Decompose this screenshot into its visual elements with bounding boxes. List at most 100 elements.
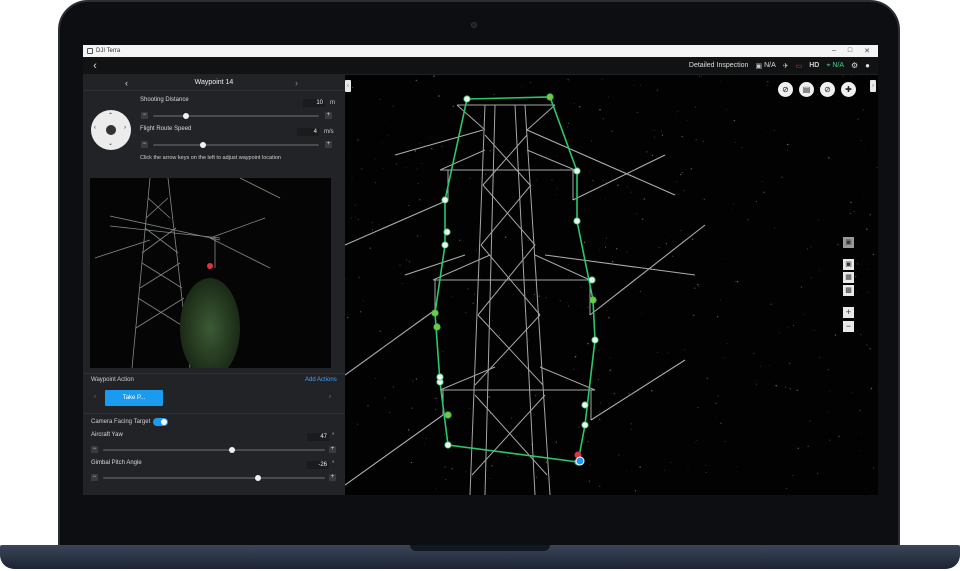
waypoint-marker[interactable] [591, 336, 599, 344]
waypoint-marker[interactable] [441, 241, 449, 249]
action-next-chevron-icon[interactable]: › [329, 394, 331, 400]
waypoint-marker[interactable] [436, 373, 444, 381]
position-dpad[interactable]: ⌃ ⌄ ‹ › [91, 110, 131, 150]
user-account-icon[interactable]: ● [865, 61, 870, 70]
point-cloud-speck [679, 173, 682, 176]
aircraft-yaw-value[interactable]: 47 [307, 433, 329, 441]
point-cloud-speck [687, 469, 689, 470]
point-cloud-speck [473, 293, 475, 295]
point-cloud-speck [654, 136, 656, 138]
next-waypoint-chevron-icon[interactable]: › [295, 78, 298, 88]
view-top-icon[interactable]: ▣ [843, 259, 854, 270]
point-cloud-speck [459, 239, 461, 241]
point-cloud-speck [866, 228, 868, 230]
gimbal-pitch-plus-button[interactable]: + [329, 474, 336, 481]
point-cloud-speck [640, 84, 642, 86]
point-cloud-speck [362, 300, 364, 302]
aircraft-yaw-knob[interactable] [228, 447, 235, 453]
minimize-button[interactable]: – [832, 47, 836, 55]
arrow-down-icon[interactable]: ⌄ [108, 140, 113, 147]
waypoint-marker[interactable] [573, 167, 581, 175]
close-button[interactable]: ✕ [864, 47, 870, 55]
shooting-distance-plus-button[interactable]: + [325, 112, 332, 119]
point-cloud-view[interactable]: ⊘ ▤ ⊘ ✚ ▣ ▣ ▦ ▩ + − [345, 75, 878, 495]
point-cloud-speck [850, 75, 852, 77]
flight-speed-value[interactable]: 4 [297, 128, 319, 136]
point-cloud-speck [828, 157, 830, 159]
point-cloud-speck [853, 210, 855, 213]
waypoint-marker[interactable] [573, 217, 581, 225]
layers-icon[interactable]: ▣ [843, 237, 854, 248]
arrow-up-icon[interactable]: ⌃ [108, 112, 113, 119]
flight-speed-slider[interactable] [153, 144, 319, 146]
collapse-panel-handle[interactable]: ‹ [345, 80, 351, 92]
gimbal-pitch-minus-button[interactable]: − [91, 474, 98, 481]
point-cloud-speck [536, 179, 538, 181]
waypoint-marker[interactable] [441, 196, 449, 204]
waypoint-marker[interactable] [581, 401, 589, 409]
aircraft-yaw-minus-button[interactable]: − [91, 446, 98, 453]
clipboard-icon[interactable]: ▤ [799, 82, 814, 97]
waypoint-marker[interactable] [589, 296, 597, 304]
camera-facing-toggle[interactable] [153, 418, 168, 426]
erase-icon[interactable]: ⊘ [820, 82, 835, 97]
take-photo-action-button[interactable]: Take P... [105, 390, 163, 406]
gimbal-pitch-value[interactable]: -26 [307, 461, 329, 469]
point-cloud-speck [520, 86, 522, 87]
point-cloud-speck [607, 96, 609, 98]
hide-view-icon[interactable]: ⊘ [778, 82, 793, 97]
arrow-right-icon[interactable]: › [124, 125, 126, 131]
waypoint-marker[interactable] [431, 309, 439, 317]
dpad-center[interactable] [106, 125, 116, 135]
waypoint-marker[interactable] [588, 276, 596, 284]
point-cloud-speck [706, 377, 709, 380]
action-prev-chevron-icon[interactable]: ‹ [94, 394, 96, 400]
flight-speed-knob[interactable] [199, 142, 206, 148]
point-cloud-speck [778, 332, 780, 334]
waypoint-marker[interactable] [444, 411, 452, 419]
gimbal-pitch-unit: ° [332, 461, 335, 467]
point-cloud-speck [583, 241, 586, 244]
back-chevron-icon[interactable]: ‹ [86, 60, 104, 72]
point-cloud-speck [772, 247, 774, 249]
expand-right-panel-handle[interactable]: › [870, 80, 876, 92]
app-logo-icon [87, 48, 93, 54]
zoom-out-button[interactable]: − [843, 321, 854, 332]
point-cloud-speck [415, 378, 417, 380]
flight-speed-label: Flight Route Speed [140, 126, 192, 132]
add-waypoint-icon[interactable]: ✚ [841, 82, 856, 97]
point-cloud-speck [488, 396, 490, 398]
battery-status: ▭ [796, 62, 803, 70]
point-cloud-speck [717, 395, 719, 397]
arrow-left-icon[interactable]: ‹ [94, 125, 96, 131]
add-actions-link[interactable]: Add Actions [305, 377, 337, 383]
shooting-distance-minus-button[interactable]: − [141, 112, 148, 119]
point-cloud-speck [598, 379, 599, 380]
aircraft-yaw-plus-button[interactable]: + [329, 446, 336, 453]
waypoint-marker[interactable] [433, 323, 441, 331]
waypoint-marker[interactable] [444, 441, 452, 449]
aircraft-yaw-slider[interactable] [103, 449, 325, 451]
point-cloud-speck [859, 409, 861, 412]
point-cloud-speck [617, 184, 619, 187]
gimbal-pitch-slider[interactable] [103, 477, 325, 479]
waypoint-marker[interactable] [546, 93, 554, 101]
view-3d-icon[interactable]: ▩ [843, 285, 854, 296]
flight-speed-plus-button[interactable]: + [325, 141, 332, 148]
point-cloud-speck [591, 140, 593, 142]
gimbal-pitch-knob[interactable] [255, 475, 262, 481]
point-cloud-speck [385, 444, 387, 446]
waypoint-marker[interactable] [581, 421, 589, 429]
shooting-distance-slider[interactable] [153, 115, 319, 117]
prev-waypoint-chevron-icon[interactable]: ‹ [125, 78, 128, 88]
flight-speed-minus-button[interactable]: − [141, 141, 148, 148]
maximize-button[interactable]: □ [848, 47, 852, 55]
shooting-distance-value[interactable]: 10 [303, 99, 325, 107]
view-side-icon[interactable]: ▦ [843, 272, 854, 283]
point-cloud-speck [426, 437, 428, 440]
waypoint-marker[interactable] [463, 95, 471, 103]
waypoint-marker[interactable] [443, 228, 451, 236]
zoom-in-button[interactable]: + [843, 307, 854, 318]
settings-gear-icon[interactable]: ⚙ [851, 61, 858, 70]
shooting-distance-knob[interactable] [183, 113, 190, 119]
